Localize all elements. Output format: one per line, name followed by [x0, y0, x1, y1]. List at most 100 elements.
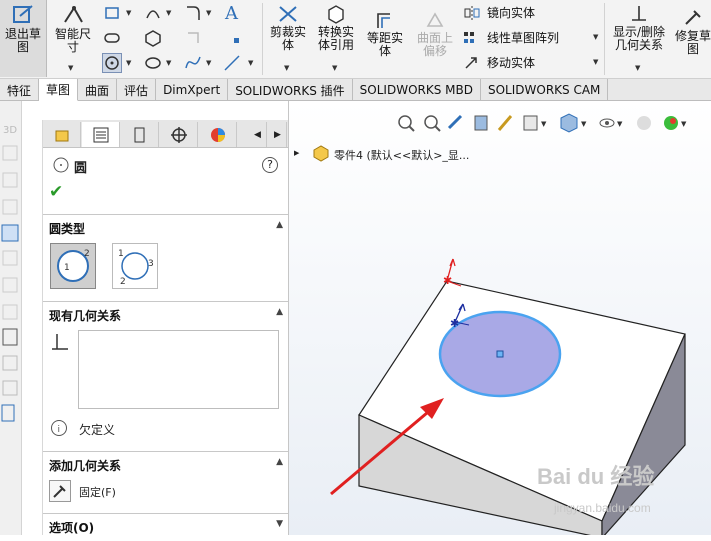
existing-relations-title: 现有几何关系: [49, 309, 122, 323]
panel-title: 圆: [74, 161, 88, 176]
convert-entities-button[interactable]: 转换实体引用: [313, 4, 359, 52]
line-dropdown-icon[interactable]: ▼: [126, 9, 131, 17]
tab-cam[interactable]: SOLIDWORKS CAM: [481, 79, 609, 101]
circle-tool-icon[interactable]: [102, 53, 122, 73]
collapse-caret-icon[interactable]: ▲: [276, 220, 283, 237]
circle-type-title: 圆类型: [49, 222, 86, 236]
move-entities-button[interactable]: 移动实体: [463, 54, 535, 71]
move-label: 移动实体: [487, 56, 536, 70]
options-header[interactable]: 选项(O) ▼: [43, 514, 289, 541]
tab-features[interactable]: 特征: [0, 79, 40, 101]
move-icon: [465, 56, 477, 69]
ok-check-icon[interactable]: ✔: [49, 182, 63, 202]
collapse-caret-icon[interactable]: ▼: [276, 519, 283, 536]
perimeter-circle-icon: 1 3 2: [118, 249, 154, 287]
trim-dropdown-icon[interactable]: ▼: [284, 64, 289, 72]
fillet-dropdown-icon[interactable]: ▼: [206, 9, 211, 17]
appearance-tab[interactable]: [199, 122, 237, 147]
svg-text:i: i: [58, 425, 61, 435]
line-tool-icon[interactable]: [102, 3, 122, 23]
slot-tool-icon[interactable]: [102, 28, 122, 48]
trim-icon: [279, 6, 297, 22]
tabs-scroll-left[interactable]: ◀: [249, 122, 267, 147]
exit-sketch-label: 退出草图: [4, 27, 41, 54]
tab-mbd[interactable]: SOLIDWORKS MBD: [353, 79, 481, 101]
command-manager-ribbon: 退出草图 智能尺寸 ▼ A ▼ ▼ ▼ ▼ ▼ ▼ ▼ 剪裁实体 ▼ 转换实体引…: [0, 0, 711, 79]
pattern-dropdown-icon[interactable]: ▼: [593, 33, 598, 41]
tab-sketch[interactable]: 草图: [39, 79, 79, 101]
property-manager-tab[interactable]: [82, 122, 120, 147]
perimeter-circle-option[interactable]: 1 3 2: [112, 243, 158, 289]
show-relations-label: 显示/删除几何关系: [612, 25, 666, 52]
svg-text:2: 2: [120, 277, 126, 287]
panel-tabs: ◀ ▶: [43, 120, 289, 148]
offset-entities-button[interactable]: 等距实体: [362, 10, 408, 58]
smart-dimension-button[interactable]: 智能尺寸: [50, 4, 96, 54]
offset-icon: [377, 13, 390, 28]
convert-label: 转换实体引用: [317, 25, 354, 52]
circle-dropdown-icon[interactable]: ▼: [126, 59, 131, 67]
spline-tool-icon[interactable]: [183, 53, 203, 73]
exit-sketch-button[interactable]: 退出草图: [0, 0, 47, 77]
centerline-tool-icon[interactable]: [222, 53, 242, 73]
layer-icon: [2, 277, 18, 293]
circle-type-header[interactable]: 圆类型 ▲: [43, 215, 289, 242]
repair-sketch-button[interactable]: 修复草图: [674, 8, 711, 56]
trim-entities-button[interactable]: 剪裁实体: [266, 4, 310, 52]
surface-offset-label: 曲面上偏移: [416, 31, 453, 58]
graphics-area[interactable]: ▼ ▼ ▼ ▼ ▶ 零件4 (默认<<默认>_显... ✱ ✱ Bai du 经…: [289, 101, 711, 535]
feature-tree-tab[interactable]: [43, 122, 81, 147]
help-button[interactable]: ?: [262, 157, 278, 173]
smart-dimension-icon: [64, 6, 83, 23]
smart-dimension-label: 智能尺寸: [54, 27, 91, 54]
options-title: 选项(O): [49, 521, 95, 535]
show-delete-relations-button[interactable]: 显示/删除几何关系: [608, 4, 670, 52]
move-dropdown-icon[interactable]: ▼: [593, 58, 598, 66]
collapse-caret-icon[interactable]: ▲: [276, 457, 283, 474]
repair-label: 修复草图: [675, 29, 711, 56]
ellipse-dropdown-icon[interactable]: ▼: [166, 59, 171, 67]
configuration-tab[interactable]: [121, 122, 159, 147]
convert-icon: [328, 5, 344, 24]
collapse-caret-icon[interactable]: ▲: [276, 307, 283, 324]
watermark-url: jingyan.baidu.com: [554, 501, 651, 515]
smart-dim-dropdown-icon[interactable]: ▼: [68, 64, 73, 72]
ellipse-tool-icon[interactable]: [143, 53, 163, 73]
cube-icon: [2, 199, 18, 215]
mirror-label: 镜向实体: [487, 6, 536, 20]
tabs-scroll-right[interactable]: ▶: [269, 122, 287, 147]
arc-dropdown-icon[interactable]: ▼: [166, 9, 171, 17]
center-circle-option[interactable]: 12: [50, 243, 96, 289]
panel-gutter: [22, 101, 42, 535]
shape-icon: [2, 380, 18, 396]
command-tabs: 特征 草图 曲面 评估 DimXpert SOLIDWORKS 插件 SOLID…: [0, 79, 711, 101]
tab-evaluate[interactable]: 评估: [117, 79, 157, 101]
text-tool-icon[interactable]: A: [222, 2, 242, 22]
relations-list-box[interactable]: [78, 330, 279, 409]
3d-sketch-icon: 3D: [3, 125, 17, 136]
svg-text:A: A: [224, 3, 239, 22]
point-tool-icon[interactable]: [226, 30, 246, 50]
options-section: 选项(O) ▼: [43, 513, 289, 535]
relations-dropdown-icon[interactable]: ▼: [635, 64, 640, 72]
linear-pattern-button[interactable]: 线性草图阵列: [463, 29, 559, 46]
centerline-dropdown-icon[interactable]: ▼: [248, 59, 253, 67]
spline-dropdown-icon[interactable]: ▼: [206, 59, 211, 67]
add-relations-header[interactable]: 添加几何关系 ▲: [43, 452, 289, 479]
repair-icon: [685, 10, 701, 25]
existing-relations-header[interactable]: 现有几何关系 ▲: [43, 302, 289, 329]
fix-relation-button[interactable]: [49, 480, 71, 502]
linear-pattern-label: 线性草图阵列: [487, 31, 560, 45]
mirror-entities-button[interactable]: 镜向实体: [463, 4, 535, 21]
polygon-tool-icon[interactable]: [143, 28, 163, 48]
tab-surfaces[interactable]: 曲面: [78, 79, 118, 101]
tab-addins[interactable]: SOLIDWORKS 插件: [228, 79, 353, 101]
fillet-tool-icon[interactable]: [183, 3, 203, 23]
anchor-icon: [53, 485, 66, 498]
convert-dropdown-icon[interactable]: ▼: [332, 64, 337, 72]
tab-dimxpert[interactable]: DimXpert: [156, 79, 229, 101]
ribbon-separator: [604, 3, 605, 75]
arc-tool-icon[interactable]: [143, 3, 163, 23]
sketch-picture-icon: [1, 404, 15, 422]
dimxpert-tab[interactable]: [160, 122, 198, 147]
